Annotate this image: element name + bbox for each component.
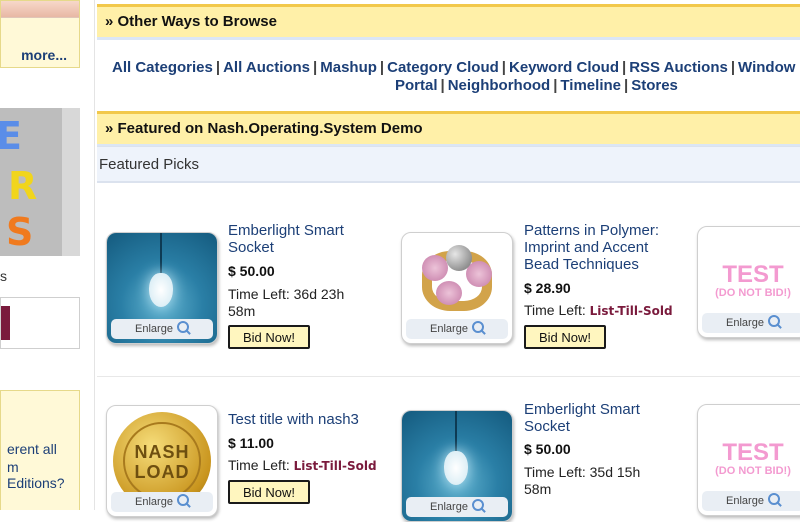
promo-box-top: more... <box>0 0 80 68</box>
zoom-icon <box>176 494 189 506</box>
banner-image[interactable]: E R S <box>0 108 80 256</box>
listing-thumbnail[interactable]: NASH LOAD Enlarge <box>106 405 218 517</box>
more-link[interactable]: more... <box>21 47 67 63</box>
enlarge-button[interactable]: Enlarge <box>111 492 213 512</box>
enlarge-button[interactable]: Enlarge <box>406 319 508 339</box>
bid-now-button[interactable]: Bid Now! <box>228 480 310 504</box>
browse-links-row1: All Categories | All Auctions | Mashup | Categ… <box>112 59 796 76</box>
link-all-categories[interactable]: All Categories <box>112 59 213 76</box>
listing-price: $ 50.00 <box>228 263 275 279</box>
browse-links-row2: Portal | Neighborhood | Timeline | Stores <box>395 77 678 94</box>
listing-time-left: Time Left: 36d 23h 58m <box>228 286 345 319</box>
listing-title[interactable]: Test title with nash3 <box>228 411 378 428</box>
link-neighborhood[interactable]: Neighborhood <box>448 77 550 94</box>
listing-thumbnail[interactable]: Enlarge <box>106 232 218 344</box>
enlarge-button[interactable]: Enlarge <box>111 319 213 339</box>
bid-now-button[interactable]: Bid Now! <box>228 325 310 349</box>
zoom-icon <box>471 321 484 333</box>
enlarge-button[interactable]: Enlarge <box>702 313 800 333</box>
listing-time-left: Time Left: List-Till-Sold <box>228 457 377 473</box>
featured-title: » Featured on Nash.Operating.System Demo <box>105 120 423 137</box>
sidebar-fragment-text: s <box>0 268 7 284</box>
link-window[interactable]: Window <box>738 59 795 76</box>
browse-title: » Other Ways to Browse <box>105 13 277 30</box>
featured-picks-bar: Featured Picks <box>97 146 800 183</box>
sidebar-box-image <box>1 306 10 340</box>
link-keyword-cloud[interactable]: Keyword Cloud <box>509 59 619 76</box>
listing-title[interactable]: Emberlight Smart Socket <box>228 222 378 256</box>
enlarge-button[interactable]: Enlarge <box>406 497 508 517</box>
link-portal[interactable]: Portal <box>395 77 438 94</box>
promo-text-line: erent all <box>7 441 57 457</box>
enlarge-button[interactable]: Enlarge <box>702 491 800 511</box>
bid-now-button[interactable]: Bid Now! <box>524 325 606 349</box>
time-left-value: List-Till-Sold <box>589 304 673 318</box>
zoom-icon <box>767 315 780 327</box>
listing-title[interactable]: Emberlight Smart Socket <box>524 401 674 435</box>
featured-picks-label: Featured Picks <box>99 156 200 173</box>
left-sidebar: more... E R S s erent all m Editions? <box>0 0 95 510</box>
listing-price: $ 28.90 <box>524 280 571 296</box>
banner-letter: S <box>6 210 34 254</box>
link-all-auctions[interactable]: All Auctions <box>223 59 310 76</box>
time-left-value: List-Till-Sold <box>293 459 377 473</box>
zoom-icon <box>767 493 780 505</box>
link-rss-auctions[interactable]: RSS Auctions <box>629 59 728 76</box>
banner-letter: E <box>0 114 22 158</box>
listing-thumbnail[interactable]: TEST (DO NOT BID!) Enlarge <box>697 404 800 516</box>
link-stores[interactable]: Stores <box>631 77 678 94</box>
banner-letter: R <box>8 164 38 208</box>
zoom-icon <box>471 499 484 511</box>
browse-header: » Other Ways to Browse <box>97 4 800 40</box>
listing-time-left: Time Left: List-Till-Sold <box>524 302 673 318</box>
listing-price: $ 11.00 <box>228 435 274 451</box>
listing-time-left: Time Left: 35d 15h 58m <box>524 464 641 497</box>
promo-image <box>1 1 79 18</box>
zoom-icon <box>176 321 189 333</box>
promo-box-bottom: erent all m Editions? <box>0 390 80 510</box>
featured-header: » Featured on Nash.Operating.System Demo <box>97 111 800 147</box>
link-timeline[interactable]: Timeline <box>560 77 621 94</box>
row-divider <box>97 376 800 377</box>
listing-thumbnail[interactable]: Enlarge <box>401 410 513 522</box>
link-mashup[interactable]: Mashup <box>320 59 377 76</box>
sidebar-box <box>0 297 80 349</box>
listing-price: $ 50.00 <box>524 441 571 457</box>
listing-thumbnail[interactable]: Enlarge <box>401 232 513 344</box>
promo-text-line: m Editions? <box>7 459 65 491</box>
listing-title[interactable]: Patterns in Polymer: Imprint and Accent … <box>524 222 684 273</box>
link-category-cloud[interactable]: Category Cloud <box>387 59 499 76</box>
listing-thumbnail[interactable]: TEST (DO NOT BID!) Enlarge <box>697 226 800 338</box>
